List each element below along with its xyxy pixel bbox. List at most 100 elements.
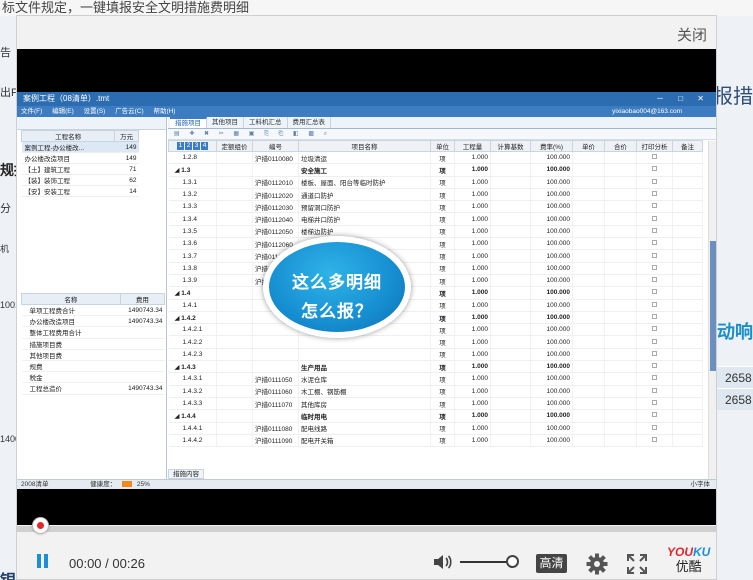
project-name: 【土】建筑工程 — [21, 163, 115, 175]
cell-base — [490, 151, 531, 165]
project-amount: 71 — [114, 163, 139, 175]
row-seq: 1.4.3.3 — [168, 397, 217, 411]
cell-pricing — [216, 311, 253, 325]
cell-price — [572, 311, 605, 325]
cell-print — [636, 385, 673, 398]
table-row: ◢ 1.4.4 临时用电项 1.000 100.000 — [168, 409, 703, 423]
column-header: 1234 — [168, 140, 217, 152]
column-header: 万元 — [114, 130, 139, 142]
item-quantity: 1.000 — [454, 262, 491, 275]
fee-name: 整体工程费用合计 — [21, 326, 121, 339]
item-unit: 项 — [430, 323, 455, 337]
bubble-line: 这么多明细 — [292, 273, 382, 292]
cell-print — [636, 274, 673, 288]
cell-remark — [672, 323, 703, 337]
table-row: 1.3.2 沪措0112020 通道口防护项 1.000 100.000 — [168, 188, 703, 202]
cell-total — [604, 360, 637, 374]
item-rate: 100.000 — [530, 348, 573, 362]
cell-price — [572, 163, 605, 177]
item-unit: 项 — [430, 397, 455, 411]
background-nav-text: 报措 — [713, 86, 753, 108]
cell-remark — [672, 299, 703, 312]
background-snippet: 分 — [0, 203, 11, 215]
item-quantity: 1.000 — [454, 323, 491, 337]
scrollbar-thumb — [710, 241, 716, 371]
item-rate: 100.000 — [530, 212, 573, 226]
cell-price — [572, 360, 605, 374]
cell-price — [572, 262, 605, 275]
project-name: 办公楼改造项目 — [21, 152, 115, 164]
cell-pricing — [216, 262, 253, 275]
cell-price — [572, 434, 605, 448]
tab-fee-summary: 费用汇总表 — [288, 117, 331, 128]
pause-button[interactable] — [34, 553, 50, 569]
cell-print — [636, 200, 673, 214]
table-row: 1.4.4.2 沪措0111090 配电开关箱项 1.000 100.000 — [168, 434, 703, 448]
video-area[interactable]: 优酷 案例工程（08清单）.tmt － □ ✕ 文件(F) 编辑(E) 设置(S… — [17, 49, 716, 525]
cell-pricing — [216, 212, 253, 226]
row-seq: ◢ 1.3 — [168, 163, 217, 177]
table-row: 税金 — [21, 371, 165, 384]
fullscreen-icon[interactable] — [627, 554, 647, 574]
cell-price — [572, 200, 605, 214]
menu-item: 文件(F) — [21, 108, 43, 115]
item-name: 配电线路 — [298, 422, 431, 435]
project-table: 工程名称 万元 案例工程-办公楼改... 149 办公楼改造项目 149 【土】建筑工程… — [20, 130, 139, 197]
background-headline: 标文件规定，一键填报安全文明措施费明细 — [0, 0, 753, 16]
cell-base — [490, 348, 531, 362]
item-rate: 100.000 — [530, 422, 573, 435]
cell-total — [604, 286, 637, 300]
cell-base — [490, 200, 531, 214]
cell-price — [572, 385, 605, 398]
menu-item: 广告云(C) — [115, 108, 144, 115]
cell-remark — [672, 163, 703, 177]
close-button[interactable]: 关闭 — [677, 24, 707, 45]
item-code: 沪措0111070 — [252, 397, 299, 411]
cell-price — [572, 286, 605, 300]
item-unit: 项 — [430, 200, 455, 214]
item-quantity: 1.000 — [454, 200, 491, 214]
item-quantity: 1.000 — [454, 151, 491, 165]
item-code: 沪措0111090 — [252, 434, 299, 448]
row-seq: ◢ 1.4.4 — [168, 409, 217, 423]
youku-brand[interactable]: YOUKU 优酷 — [667, 546, 710, 573]
app-title: 案例工程（08清单）.tmt — [23, 94, 110, 103]
cell-total — [604, 200, 637, 214]
cell-pricing — [216, 360, 253, 374]
cell-print — [636, 212, 673, 226]
item-name: 临时用电 — [298, 409, 431, 423]
cell-total — [604, 151, 637, 165]
cell-price — [572, 422, 605, 435]
cell-base — [490, 372, 531, 386]
brand-wordmark-red: YOU — [667, 545, 694, 559]
cell-pricing — [216, 163, 253, 177]
volume-icon[interactable] — [433, 554, 453, 570]
player-controls: 00:00 / 00:26 高清 YOUKU 优酷 — [17, 532, 716, 579]
cell-price — [572, 372, 605, 386]
gear-icon[interactable] — [586, 553, 608, 575]
column-header: 计算基数 — [490, 140, 531, 152]
table-row: 案例工程-办公楼改... 149 — [21, 141, 139, 153]
item-rate: 100.000 — [530, 225, 573, 239]
cell-base — [490, 422, 531, 435]
item-quantity: 1.000 — [454, 385, 491, 398]
item-unit: 项 — [430, 335, 455, 349]
cell-print — [636, 286, 673, 300]
cell-pricing — [216, 335, 253, 349]
item-rate: 100.000 — [530, 262, 573, 275]
row-seq: 1.3.7 — [168, 249, 217, 263]
checkbox — [652, 301, 657, 307]
volume-handle[interactable] — [506, 555, 519, 568]
status-font-size: 小字体 — [690, 481, 711, 488]
table-row: 1.3.3 沪措0112030 预留洞口防护项 1.000 100.000 — [168, 200, 703, 214]
row-seq: 1.3.2 — [168, 188, 217, 202]
fee-amount — [120, 338, 165, 350]
quality-button[interactable]: 高清 — [536, 554, 567, 573]
brand-wordmark-blue: KU — [693, 545, 711, 559]
item-unit: 项 — [430, 237, 455, 251]
cell-print — [636, 397, 673, 411]
cell-print — [636, 323, 673, 337]
item-quantity: 1.000 — [454, 409, 491, 423]
item-code: 沪措0112040 — [252, 212, 299, 226]
row-seq: ◢ 1.4.2 — [168, 311, 217, 325]
